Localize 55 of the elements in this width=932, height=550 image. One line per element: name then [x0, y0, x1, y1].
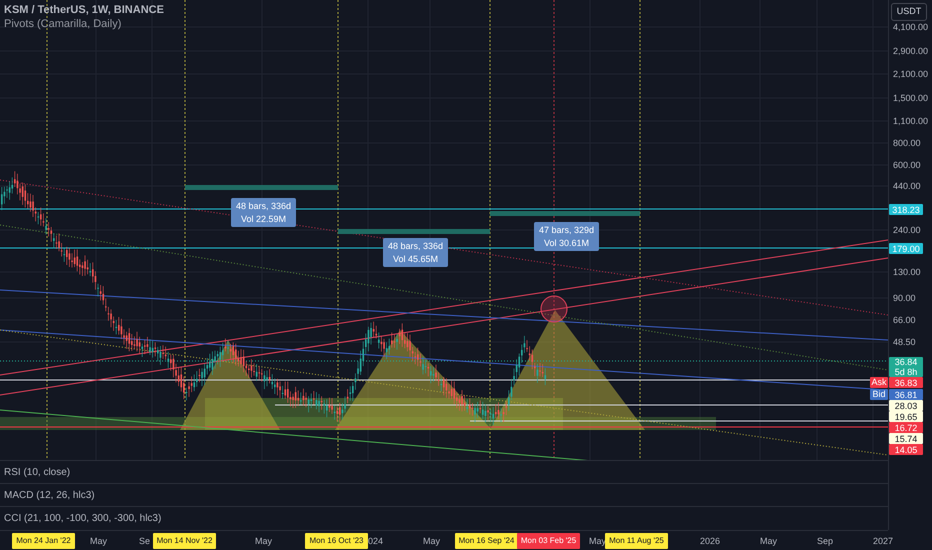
indicator-label: Pivots (Camarilla, Daily) [4, 17, 122, 31]
price-tag: Bid [870, 389, 888, 400]
bar-count-text: 48 bars, 336d [236, 201, 292, 211]
time-label: May [90, 535, 108, 547]
price-label: 2,900.00 [893, 46, 928, 56]
price-label: 1,500.00 [893, 93, 928, 103]
volume-text: Vol 30.61M [544, 238, 590, 248]
price-value: 36.83 [894, 378, 918, 388]
date-marker: Mon 14 Nov '22 [153, 533, 216, 549]
price-value: 179.00 [892, 244, 920, 254]
date-marker: Mon 16 Oct '23 [305, 533, 368, 549]
date-marker: Mon 24 Jan '22 [12, 533, 75, 549]
price-value: 36.84 [894, 357, 918, 367]
price-label: 90.00 [893, 293, 916, 303]
currency-unit-button[interactable]: USDT [891, 3, 927, 21]
indicator-pane-title: MACD (12, 26, hlc3) [4, 488, 95, 502]
bar-count-text: 48 bars, 336d [388, 241, 444, 251]
price-label: 600.00 [893, 160, 921, 170]
time-label: May [423, 535, 440, 547]
price-label: 130.00 [893, 267, 921, 277]
time-label: May [760, 535, 778, 547]
price-value: 14.05 [894, 444, 918, 454]
time-label: 2026 [700, 535, 720, 547]
volume-text: Vol 45.65M [393, 254, 438, 264]
circle-marker [540, 296, 568, 322]
price-label: 2,100.00 [893, 69, 928, 79]
bar-count-text: 47 bars, 329d [539, 225, 594, 235]
price-label: 240.00 [893, 225, 921, 235]
price-label: 4,100.00 [893, 22, 928, 32]
price-label: 66.00 [893, 315, 916, 325]
price-value: 15.74 [894, 434, 918, 444]
price-label: 48.50 [893, 337, 916, 347]
time-label: May [589, 535, 606, 547]
time-label: May [255, 535, 272, 547]
price-value: 36.81 [894, 390, 918, 400]
price-value: 28.03 [894, 400, 918, 410]
time-label: Se [139, 535, 150, 547]
date-marker: Mon 03 Feb '25 [517, 533, 580, 549]
date-marker: Mon 11 Aug '25 [605, 533, 668, 549]
indicator-pane-title: RSI (10, close) [4, 466, 70, 480]
chart-symbol-title: KSM / TetherUS, 1W, BINANCE [4, 3, 164, 17]
time-label: 2027 [873, 535, 894, 547]
price-tag: Ask [870, 377, 888, 388]
time-label: 024 [368, 535, 384, 547]
indicator-pane-title: CCI (21, 100, -100, 300, -300, hlc3) [4, 512, 162, 526]
price-label: 800.00 [893, 138, 921, 148]
volume-text: Vol 22.59M [241, 214, 286, 224]
date-marker: Mon 16 Sep '24 [455, 533, 518, 549]
price-label: 1,100.00 [893, 116, 928, 126]
price-value: 16.72 [894, 422, 918, 432]
price-value: 318.23 [892, 204, 920, 214]
price-label: 440.00 [893, 181, 921, 191]
price-value: 19.65 [894, 412, 918, 422]
countdown-text: 5d 8h [894, 367, 918, 377]
time-label: Sep [817, 535, 834, 547]
